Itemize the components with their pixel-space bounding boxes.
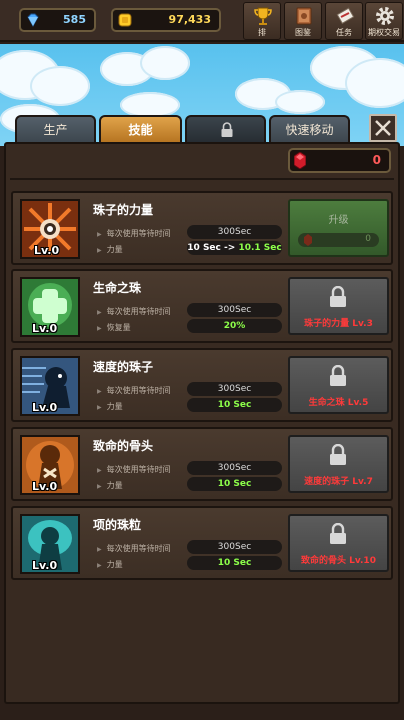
cooldown-label: 每次使用等待时间 bbox=[97, 464, 171, 475]
skill-level: Lv.0 bbox=[34, 244, 60, 257]
power-value: 10 Sec bbox=[187, 398, 282, 412]
cooldown-value: 300Sec bbox=[187, 303, 282, 317]
skill-level: Lv.0 bbox=[32, 322, 58, 335]
quest-button[interactable]: 任务 bbox=[325, 2, 363, 40]
tab-locked[interactable] bbox=[185, 115, 266, 143]
top-bar: 585 97,433 排 图鉴 任务 期权交易 bbox=[0, 0, 404, 42]
deadly-bone-skill-icon: Lv.0 bbox=[20, 435, 80, 495]
ruby-counter: 0 bbox=[288, 148, 391, 173]
lock-icon bbox=[330, 365, 346, 386]
skill-name: 珠子的力量 bbox=[93, 203, 154, 217]
locked-skill-button[interactable]: 珠子的力量 Lv.3 bbox=[288, 277, 389, 335]
coin-icon bbox=[118, 13, 132, 27]
cooldown-label: 每次使用等待时间 bbox=[97, 385, 171, 396]
gem-counter: 585 bbox=[19, 8, 96, 32]
skill-level: Lv.0 bbox=[32, 401, 58, 414]
gem-amount: 585 bbox=[63, 13, 86, 26]
options-label: 期权交易 bbox=[368, 28, 400, 37]
lock-icon bbox=[330, 444, 346, 465]
options-button[interactable]: 期权交易 bbox=[365, 2, 403, 40]
tab-production[interactable]: 生产 bbox=[15, 115, 96, 143]
skill-level: Lv.0 bbox=[32, 480, 58, 493]
tab-fast-move[interactable]: 快速移动 bbox=[269, 115, 350, 143]
skill-name: 生命之珠 bbox=[93, 281, 142, 295]
stat-label: 力量 bbox=[97, 244, 123, 255]
speed-bead-skill-icon: Lv.0 bbox=[20, 356, 80, 416]
tab-skills-label: 技能 bbox=[128, 123, 153, 137]
skill-row-neck-bead: Lv.0 项的珠粒 每次使用等待时间 力量 300Sec 10 Sec 致命的骨… bbox=[11, 506, 393, 580]
upgrade-arrow: -> bbox=[224, 243, 236, 253]
trophy-icon bbox=[254, 7, 272, 25]
power-next: 10.1 Sec bbox=[238, 243, 282, 253]
cooldown-value: 300Sec bbox=[187, 382, 282, 396]
stat-label: 力量 bbox=[97, 401, 123, 412]
quest-label: 任务 bbox=[336, 28, 352, 37]
diamond-icon bbox=[27, 13, 39, 28]
bead-power-skill-icon: Lv.0 bbox=[20, 199, 80, 259]
gear-icon bbox=[376, 7, 394, 25]
tab-skills[interactable]: 技能 bbox=[99, 115, 182, 143]
power-value: 10 Sec bbox=[187, 477, 282, 491]
life-bead-skill-icon: Lv.0 bbox=[20, 277, 80, 337]
power-value: 10 Sec bbox=[187, 556, 282, 570]
cloud bbox=[345, 58, 404, 108]
stat-label: 恢复量 bbox=[97, 322, 131, 333]
lock-icon bbox=[330, 523, 346, 544]
skill-row-life-bead: Lv.0 生命之珠 每次使用等待时间 恢复量 300Sec 20% 珠子的力量 … bbox=[11, 269, 393, 343]
skill-row-deadly-bone: Lv.0 致命的骨头 每次使用等待时间 力量 300Sec 10 Sec 速度的… bbox=[11, 427, 393, 501]
stat-label: 力量 bbox=[97, 559, 123, 570]
close-button[interactable] bbox=[369, 114, 397, 142]
divider bbox=[10, 178, 394, 180]
skill-row-speed-bead: Lv.0 速度的珠子 每次使用等待时间 力量 300Sec 10 Sec 生命之… bbox=[11, 348, 393, 422]
bottom-strip bbox=[0, 704, 404, 720]
ruby-icon bbox=[304, 234, 312, 246]
power-upgrade-value: 10 Sec -> 10.1 Sec bbox=[187, 241, 282, 255]
upgrade-button[interactable]: 升级 0 bbox=[288, 199, 389, 257]
skill-name: 致命的骨头 bbox=[93, 439, 154, 453]
ruby-amount: 0 bbox=[372, 153, 381, 167]
close-icon bbox=[375, 120, 391, 136]
power-current: 10 Sec bbox=[187, 243, 221, 253]
unlock-requirement: 生命之珠 Lv.5 bbox=[308, 398, 369, 408]
coin-counter: 97,433 bbox=[111, 8, 221, 32]
tab-fast-move-label: 快速移动 bbox=[285, 123, 334, 137]
cloud bbox=[30, 66, 90, 106]
locked-skill-button[interactable]: 生命之珠 Lv.5 bbox=[288, 356, 389, 414]
stat-label: 力量 bbox=[97, 480, 123, 491]
collection-label: 图鉴 bbox=[295, 28, 311, 37]
lock-icon bbox=[330, 286, 346, 307]
cooldown-label: 每次使用等待时间 bbox=[97, 228, 171, 239]
coin-amount: 97,433 bbox=[168, 13, 211, 26]
upgrade-cost: 0 bbox=[298, 233, 379, 247]
cloud bbox=[140, 46, 190, 80]
cooldown-value: 300Sec bbox=[187, 540, 282, 554]
skill-name: 速度的珠子 bbox=[93, 360, 154, 374]
locked-skill-button[interactable]: 速度的珠子 Lv.7 bbox=[288, 435, 389, 493]
unlock-requirement: 致命的骨头 Lv.10 bbox=[301, 556, 376, 566]
scroll-icon bbox=[336, 7, 355, 25]
cooldown-label: 每次使用等待时间 bbox=[97, 543, 171, 554]
skill-name: 项的珠粒 bbox=[93, 518, 142, 532]
upgrade-label: 升级 bbox=[328, 215, 349, 226]
lock-icon bbox=[221, 122, 233, 137]
skill-level: Lv.0 bbox=[32, 559, 58, 572]
upgrade-cost-value: 0 bbox=[365, 234, 371, 244]
cloud bbox=[275, 90, 325, 114]
cooldown-label: 每次使用等待时间 bbox=[97, 306, 171, 317]
ruby-icon bbox=[294, 152, 306, 169]
neck-bead-skill-icon: Lv.0 bbox=[20, 514, 80, 574]
skill-row-bead-power: Lv.0 珠子的力量 每次使用等待时间 力量 300Sec 10 Sec -> … bbox=[11, 191, 393, 265]
heal-value: 20% bbox=[187, 319, 282, 333]
book-icon bbox=[296, 7, 312, 25]
tab-production-label: 生产 bbox=[43, 123, 68, 137]
locked-skill-button[interactable]: 致命的骨头 Lv.10 bbox=[288, 514, 389, 572]
cooldown-value: 300Sec bbox=[187, 225, 282, 239]
unlock-requirement: 珠子的力量 Lv.3 bbox=[304, 319, 373, 329]
unlock-requirement: 速度的珠子 Lv.7 bbox=[304, 477, 373, 487]
ranking-button[interactable]: 排 bbox=[243, 2, 281, 40]
collection-button[interactable]: 图鉴 bbox=[284, 2, 322, 40]
cooldown-value: 300Sec bbox=[187, 461, 282, 475]
ranking-label: 排 bbox=[258, 28, 266, 37]
